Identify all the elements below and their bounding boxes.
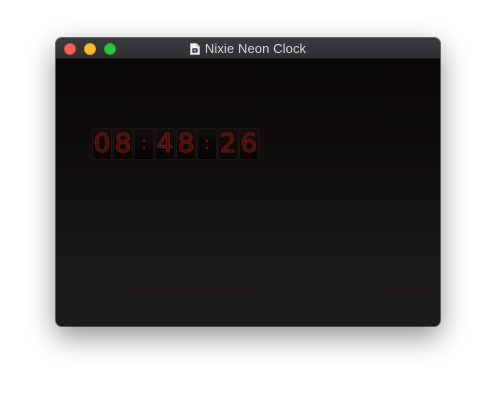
app-window: Nixie Neon Clock — [56, 38, 440, 326]
hour-tens-digit: 0 — [92, 128, 112, 160]
minute-ones-digit: 8 — [176, 128, 196, 160]
colon-separator: : — [134, 128, 154, 160]
second-ones-digit: 6 — [239, 128, 259, 160]
colon-separator: : — [197, 128, 217, 160]
window-title: Nixie Neon Clock — [204, 41, 307, 56]
minute-tens-digit: 4 — [155, 128, 175, 160]
nixie-clock-display: 0 8 : 4 8 : 2 6 — [92, 128, 259, 160]
title-bar[interactable]: Nixie Neon Clock — [56, 38, 440, 59]
second-tens-digit: 2 — [218, 128, 238, 160]
window-title-group: Nixie Neon Clock — [56, 38, 440, 59]
clock-canvas — [56, 59, 440, 326]
hour-ones-digit: 8 — [113, 128, 133, 160]
document-icon — [189, 42, 200, 55]
